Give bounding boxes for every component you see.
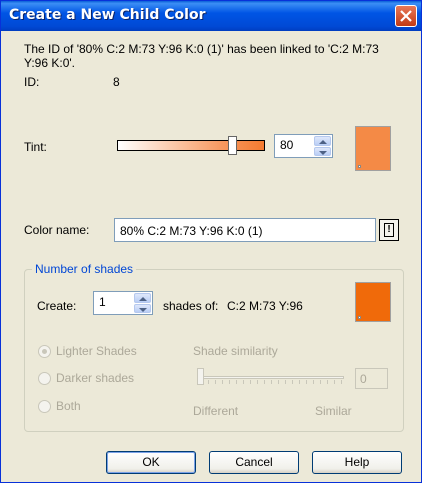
tint-increment-button[interactable] (314, 136, 331, 146)
tint-stepper[interactable]: 80 (274, 134, 333, 158)
shades-of-value: C:2 M:73 Y:96 (227, 299, 303, 313)
tint-color-swatch (355, 126, 391, 171)
slider-tick (313, 380, 314, 384)
slider-tick (341, 380, 342, 384)
slider-tick (278, 380, 279, 384)
similarity-slider-thumb[interactable] (197, 368, 204, 385)
tint-slider-thumb[interactable] (228, 136, 237, 155)
scale-max-label: Similar (315, 404, 352, 418)
both-shades-label: Both (56, 399, 81, 413)
slider-tick (271, 380, 272, 384)
tint-label: Tint: (24, 140, 47, 154)
arrow-up-icon (319, 140, 327, 144)
slider-tick (222, 380, 223, 384)
color-name-label: Color name: (24, 223, 90, 237)
slider-tick (285, 380, 286, 384)
color-name-options-button[interactable]: ! (379, 219, 399, 241)
slider-tick (208, 380, 209, 384)
slider-tick (334, 380, 335, 384)
lighter-shades-label: Lighter Shades (56, 344, 137, 358)
similarity-value[interactable]: 0 (360, 372, 367, 386)
darker-shades-radio[interactable] (38, 372, 51, 385)
link-info-message: The ID of '80% C:2 M:73 Y:96 K:0 (1)' ha… (24, 42, 379, 70)
color-name-value[interactable]: 80% C:2 M:73 Y:96 K:0 (1) (120, 224, 263, 238)
slider-tick (257, 380, 258, 384)
similarity-slider-ticks (201, 380, 344, 385)
slider-tick (264, 380, 265, 384)
slider-tick (229, 380, 230, 384)
slider-tick (215, 380, 216, 384)
exclamation-icon: ! (384, 223, 394, 237)
arrow-down-icon (319, 150, 327, 155)
both-shades-radio[interactable] (38, 400, 51, 413)
help-button[interactable]: Help (312, 451, 402, 474)
ok-button[interactable]: OK (106, 451, 196, 474)
tint-slider-track[interactable] (117, 140, 265, 151)
slider-tick (327, 380, 328, 384)
id-value: 8 (113, 75, 120, 89)
swatch-marker (358, 316, 361, 319)
base-color-swatch (355, 282, 391, 322)
tint-value[interactable]: 80 (280, 138, 293, 152)
tint-decrement-button[interactable] (314, 146, 331, 156)
title-bar[interactable]: Create a New Child Color (1, 1, 421, 31)
slider-tick (292, 380, 293, 384)
similarity-slider-track[interactable] (201, 376, 344, 379)
similarity-value-field[interactable]: 0 (355, 368, 388, 389)
shades-count-value[interactable]: 1 (99, 295, 106, 309)
create-label: Create: (37, 299, 77, 313)
dialog-window: Create a New Child Color The ID of '80% … (0, 0, 422, 483)
shades-group-label: Number of shades (32, 262, 137, 276)
close-button[interactable] (395, 5, 417, 27)
slider-tick (320, 380, 321, 384)
slider-tick (243, 380, 244, 384)
shades-count-stepper[interactable]: 1 (93, 291, 153, 315)
arrow-down-icon (139, 307, 147, 312)
color-name-input[interactable]: 80% C:2 M:73 Y:96 K:0 (1) (114, 218, 376, 242)
slider-tick (299, 380, 300, 384)
id-label: ID: (24, 75, 40, 89)
close-icon (400, 10, 412, 22)
cancel-button[interactable]: Cancel (209, 451, 299, 474)
swatch-marker (358, 165, 361, 168)
shades-decrement-button[interactable] (134, 303, 151, 313)
slider-tick (306, 380, 307, 384)
shades-of-label: shades of: (163, 299, 219, 313)
slider-tick (236, 380, 237, 384)
scale-min-label: Different (193, 404, 239, 418)
dialog-title: Create a New Child Color (9, 7, 206, 23)
shades-increment-button[interactable] (134, 293, 151, 303)
lighter-shades-radio[interactable] (38, 345, 51, 358)
slider-tick (250, 380, 251, 384)
shade-similarity-label: Shade similarity (193, 344, 278, 358)
darker-shades-label: Darker shades (56, 371, 135, 385)
arrow-up-icon (139, 297, 147, 301)
